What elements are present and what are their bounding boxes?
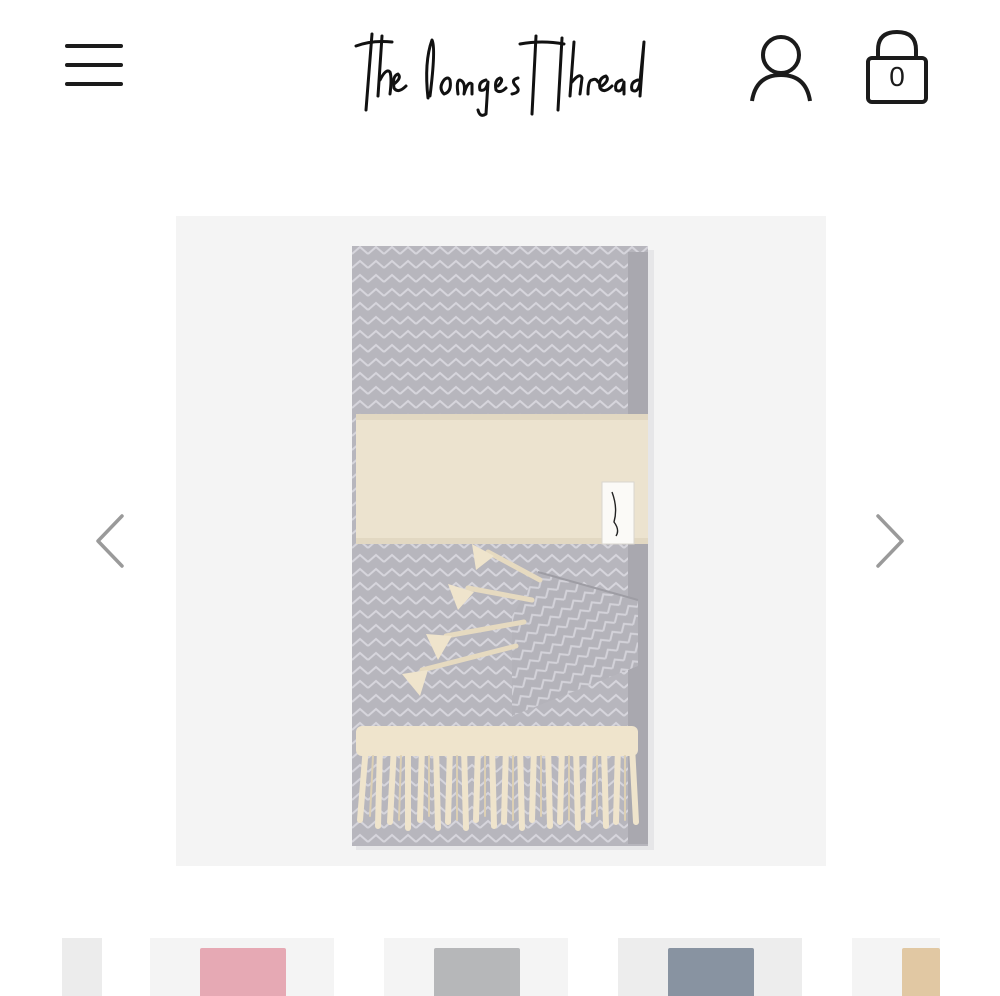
product-main-image[interactable] [176,216,826,866]
hamburger-menu-icon [65,44,123,48]
cart-button[interactable]: 0 [864,26,930,106]
product-page: the longest thread [0,0,1000,996]
thumbnail-2[interactable] [150,938,334,996]
thumbnail-strip [62,938,940,996]
cart-count-badge: 0 [889,61,905,92]
menu-button[interactable] [62,40,124,90]
hamburger-menu-icon-bar [65,82,123,86]
site-header: the longest thread [0,0,1000,130]
hamburger-menu-icon-bar [65,63,123,67]
chevron-right-icon [876,514,904,568]
carousel-prev-button[interactable] [92,512,128,570]
thumbnail-towel-pink [200,948,286,996]
brand-logo-script [354,32,646,117]
thumbnail-towel-sand [902,948,940,996]
thumbnail-1[interactable] [62,938,102,996]
carousel-next-button[interactable] [872,512,908,570]
account-button[interactable] [748,33,814,103]
thumbnail-3[interactable] [384,938,568,996]
chevron-left-icon [96,514,124,568]
towel-photo [352,246,654,850]
thumbnail-towel-blue-grey [668,948,754,996]
brand-logo[interactable]: the longest thread [352,22,648,120]
thumbnail-towel-grey [434,948,520,996]
user-icon [750,35,812,102]
thumbnail-5[interactable] [852,938,940,996]
thumbnail-4[interactable] [618,938,802,996]
